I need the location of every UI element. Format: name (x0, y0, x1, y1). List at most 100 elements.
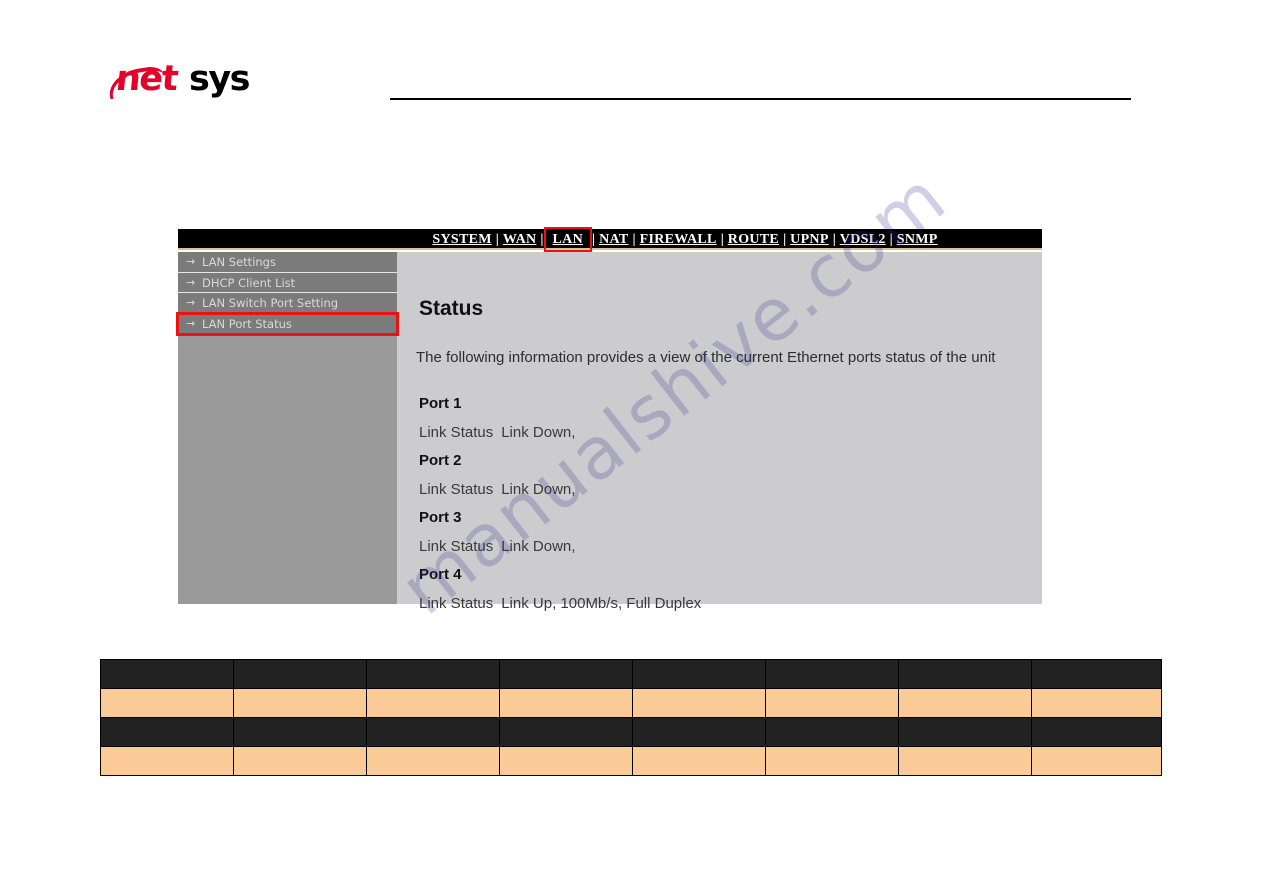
port-link-status: Link Status Link Down, (419, 532, 1019, 561)
content-pane: Status The following information provide… (397, 252, 1042, 612)
sidebar-item-label: LAN Port Status (202, 316, 292, 331)
table-cell (898, 688, 1032, 718)
nav-item-lan[interactable]: LAN (543, 227, 593, 252)
sidebar-item-label: DHCP Client List (202, 275, 296, 290)
table-cell (765, 746, 899, 776)
table-cell (765, 688, 899, 718)
table-row (100, 659, 1162, 689)
link-status-value: Link Down, (501, 424, 576, 441)
link-status-value: Link Down, (501, 538, 576, 555)
logo-text-net: net (113, 59, 179, 99)
ui-body: → LAN Settings → DHCP Client List → LAN Switc… (176, 252, 1042, 612)
port-block: Port 3 Link Status Link Down, (419, 504, 1019, 561)
table-cell (233, 746, 367, 776)
logo-text-sys: sys (189, 59, 250, 99)
bottom-data-table (100, 659, 1162, 776)
port-name: Port 1 (419, 395, 462, 412)
port-link-status: Link Status Link Up, 100Mb/s, Full Duplex (419, 589, 1019, 618)
ethernet-ports-list: Port 1 Link Status Link Down, Port 2 Link St… (419, 390, 1019, 618)
nav-separator: | (495, 232, 499, 247)
table-cell (898, 717, 1032, 747)
sidebar-item-label: LAN Switch Port Setting (202, 296, 339, 310)
nav-item-firewall[interactable]: FIREWALL (639, 232, 718, 247)
port-name: Port 3 (419, 509, 462, 526)
table-cell (366, 688, 500, 718)
header-divider-rule (390, 98, 1131, 100)
table-cell (632, 717, 766, 747)
port-name: Port 4 (419, 566, 462, 583)
sidebar-item-dhcp-client-list[interactable]: → DHCP Client List (178, 272, 397, 293)
table-cell (765, 717, 899, 747)
link-status-label: Link Status (419, 481, 494, 498)
port-block: Port 1 Link Status Link Down, (419, 390, 1019, 447)
router-web-ui-screenshot: SYSTEM | WAN | LAN | NAT | FIREWALL | ROUTE | UPNP | V… (176, 227, 1042, 612)
nav-item-wan[interactable]: WAN (502, 232, 538, 247)
table-cell (233, 659, 367, 689)
sidebar-menu: → LAN Settings → DHCP Client List → LAN Switc… (176, 252, 399, 604)
netsys-logo: net sys (106, 57, 258, 101)
nav-separator: | (783, 232, 787, 247)
port-block: Port 2 Link Status Link Down, (419, 447, 1019, 504)
port-link-status: Link Status Link Down, (419, 418, 1019, 447)
nav-separator: | (540, 232, 544, 247)
table-cell (499, 688, 633, 718)
link-status-value: Link Up, 100Mb/s, Full Duplex (501, 595, 702, 612)
table-row (100, 746, 1162, 776)
table-row (100, 717, 1162, 747)
nav-item-route[interactable]: ROUTE (727, 232, 780, 247)
link-status-label: Link Status (419, 424, 494, 441)
table-cell (100, 717, 234, 747)
table-cell (499, 717, 633, 747)
table-cell (499, 659, 633, 689)
table-cell (233, 688, 367, 718)
nav-separator: | (632, 232, 636, 247)
table-cell (100, 659, 234, 689)
table-cell (366, 717, 500, 747)
link-status-label: Link Status (419, 538, 494, 555)
table-cell (366, 659, 500, 689)
nav-item-upnp[interactable]: UPNP (789, 232, 830, 247)
port-name: Port 2 (419, 452, 462, 469)
bottom-table-body (100, 659, 1162, 776)
table-cell (1031, 717, 1162, 747)
table-cell (100, 746, 234, 776)
sidebar-item-label: LAN Settings (202, 255, 276, 269)
page-description: The following information provides a vie… (416, 349, 996, 366)
nav-separator: | (591, 232, 596, 247)
main-navigation-bar: SYSTEM | WAN | LAN | NAT | FIREWALL | ROUTE | UPNP | V… (178, 227, 1042, 252)
table-cell (765, 659, 899, 689)
table-cell (233, 717, 367, 747)
link-status-value: Link Down, (501, 481, 576, 498)
table-cell (898, 659, 1032, 689)
nav-separator: | (720, 232, 724, 247)
table-cell (898, 746, 1032, 776)
table-cell (366, 746, 500, 776)
arrow-right-icon: → (186, 275, 196, 289)
nav-items-container: SYSTEM | WAN | LAN | NAT | FIREWALL | ROUTE | UPNP | V… (431, 227, 939, 252)
table-cell (632, 688, 766, 718)
link-status-label: Link Status (419, 595, 494, 612)
nav-separator: | (889, 232, 893, 247)
arrow-right-icon: → (186, 255, 196, 268)
nav-item-system[interactable]: SYSTEM (431, 232, 492, 247)
page-title: Status (419, 297, 484, 320)
nav-item-snmp[interactable]: SNMP (896, 232, 939, 247)
sidebar-item-lan-switch-port-setting[interactable]: → LAN Switch Port Setting (178, 293, 397, 314)
table-row (100, 688, 1162, 718)
nav-separator: | (832, 232, 836, 247)
table-cell (100, 688, 234, 718)
table-cell (1031, 688, 1162, 718)
sidebar-item-lan-port-status[interactable]: → LAN Port Status (176, 311, 399, 336)
nav-item-nat[interactable]: NAT (598, 232, 629, 247)
port-link-status: Link Status Link Down, (419, 475, 1019, 504)
table-cell (632, 746, 766, 776)
sidebar-item-lan-settings[interactable]: → LAN Settings (178, 252, 397, 273)
nav-item-vdsl2[interactable]: VDSL2 (839, 232, 887, 247)
table-cell (499, 746, 633, 776)
arrow-right-icon: → (186, 316, 196, 330)
port-block: Port 4 Link Status Link Up, 100Mb/s, Full … (419, 561, 1019, 618)
page-header: net sys (0, 0, 1263, 140)
table-cell (1031, 659, 1162, 689)
table-cell (632, 659, 766, 689)
arrow-right-icon: → (186, 296, 196, 309)
